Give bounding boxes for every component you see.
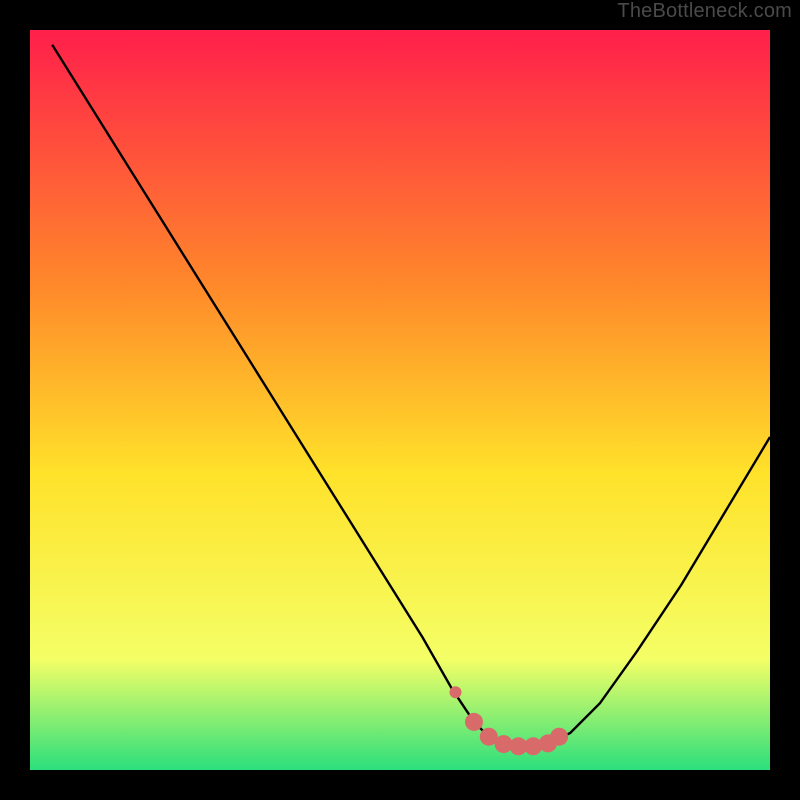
chart-frame: TheBottleneck.com [0, 0, 800, 800]
watermark-text: TheBottleneck.com [617, 0, 792, 23]
optimal-marker [550, 728, 568, 746]
optimal-marker [465, 713, 483, 731]
plot-svg [30, 30, 770, 770]
optimal-marker [450, 686, 462, 698]
bottleneck-plot [30, 30, 770, 770]
gradient-background [30, 30, 770, 770]
